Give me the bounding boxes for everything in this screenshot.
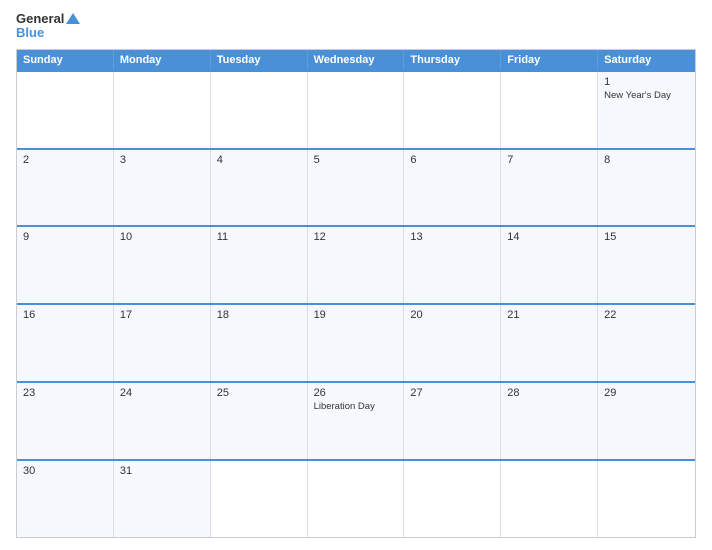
- calendar-cell: 28: [501, 383, 598, 459]
- calendar-cell: 20: [404, 305, 501, 381]
- calendar-week-2: 2 3 4 56 7 8: [17, 148, 695, 226]
- calendar-body: 1New Year's Day2345678910111213141516171…: [17, 70, 695, 537]
- calendar-cell: 1 New Year's Day: [598, 72, 695, 148]
- calendar-cell: 3: [114, 150, 211, 226]
- day-number: 5: [314, 154, 398, 166]
- day-number: 15: [604, 231, 689, 243]
- day-header-friday: Friday: [501, 50, 598, 70]
- calendar-cell: 30: [17, 461, 114, 537]
- day-number: 24: [120, 387, 204, 399]
- day-header-saturday: Saturday: [598, 50, 695, 70]
- calendar-cell: [308, 72, 405, 148]
- calendar-cell: 7: [501, 150, 598, 226]
- calendar-cell: 18: [211, 305, 308, 381]
- day-header-monday: Monday: [114, 50, 211, 70]
- calendar-cell: 31: [114, 461, 211, 537]
- day-number: 3: [120, 154, 204, 166]
- calendar-cell: 6: [404, 150, 501, 226]
- calendar-cell: 17: [114, 305, 211, 381]
- header: General Blue: [16, 12, 696, 41]
- calendar-cell: 2: [17, 150, 114, 226]
- day-number: 29: [604, 387, 689, 399]
- calendar-cell: 22: [598, 305, 695, 381]
- calendar-cell: 14: [501, 227, 598, 303]
- day-number: 28: [507, 387, 591, 399]
- calendar-cell: 19: [308, 305, 405, 381]
- calendar: SundayMondayTuesdayWednesdayThursdayFrid…: [16, 49, 696, 538]
- calendar-week-3: 9 10 11 12 13 14 15: [17, 225, 695, 303]
- calendar-cell: 25: [211, 383, 308, 459]
- calendar-week-4: 16 17 18 19 20 21 22: [17, 303, 695, 381]
- day-number: 11: [217, 231, 301, 243]
- day-number: 22: [604, 309, 689, 321]
- day-number: 10: [120, 231, 204, 243]
- calendar-cell: 10: [114, 227, 211, 303]
- calendar-week-5: 23 24 25 26 Liberation Day 27 28 29: [17, 381, 695, 459]
- calendar-cell: 9: [17, 227, 114, 303]
- day-number: 13: [410, 231, 494, 243]
- calendar-cell: 24: [114, 383, 211, 459]
- calendar-cell: [598, 461, 695, 537]
- holiday-name: Liberation Day: [314, 401, 398, 413]
- day-number: 21: [507, 309, 591, 321]
- day-number: 1: [604, 76, 689, 88]
- calendar-week-6: 30 31: [17, 459, 695, 537]
- day-header-wednesday: Wednesday: [308, 50, 405, 70]
- day-number: 16: [23, 309, 107, 321]
- logo-blue-text: Blue: [16, 26, 80, 40]
- day-number: 12: [314, 231, 398, 243]
- day-number: 25: [217, 387, 301, 399]
- day-number: 30: [23, 465, 107, 477]
- calendar-cell: 12: [308, 227, 405, 303]
- calendar-cell: 27: [404, 383, 501, 459]
- day-number: 23: [23, 387, 107, 399]
- calendar-cell: 13: [404, 227, 501, 303]
- calendar-header-row: SundayMondayTuesdayWednesdayThursdayFrid…: [17, 50, 695, 70]
- calendar-cell: [501, 461, 598, 537]
- day-number: 14: [507, 231, 591, 243]
- day-number: 20: [410, 309, 494, 321]
- calendar-cell: 21: [501, 305, 598, 381]
- day-number: 18: [217, 309, 301, 321]
- calendar-cell: 15: [598, 227, 695, 303]
- calendar-cell: [404, 461, 501, 537]
- calendar-cell: 23: [17, 383, 114, 459]
- calendar-cell: 16: [17, 305, 114, 381]
- calendar-page: General Blue SundayMondayTuesdayWednesda…: [0, 0, 712, 550]
- day-number: 8: [604, 154, 689, 166]
- calendar-cell: 8: [598, 150, 695, 226]
- day-number: 31: [120, 465, 204, 477]
- day-number: 9: [23, 231, 107, 243]
- day-number: 7: [507, 154, 591, 166]
- day-number: 6: [410, 154, 494, 166]
- calendar-cell: [114, 72, 211, 148]
- calendar-cell: [211, 461, 308, 537]
- day-number: 2: [23, 154, 107, 166]
- day-number: 19: [314, 309, 398, 321]
- day-header-thursday: Thursday: [404, 50, 501, 70]
- day-header-sunday: Sunday: [17, 50, 114, 70]
- logo-triangle-icon: [66, 13, 80, 24]
- calendar-cell: [308, 461, 405, 537]
- calendar-cell: 26 Liberation Day: [308, 383, 405, 459]
- holiday-name: New Year's Day: [604, 90, 689, 102]
- day-header-tuesday: Tuesday: [211, 50, 308, 70]
- logo: General Blue: [16, 12, 80, 41]
- calendar-cell: [404, 72, 501, 148]
- calendar-cell: 5: [308, 150, 405, 226]
- calendar-cell: [17, 72, 114, 148]
- logo-general-text: General: [16, 12, 80, 26]
- calendar-cell: [501, 72, 598, 148]
- calendar-week-1: 1 New Year's Day: [17, 70, 695, 148]
- calendar-cell: 11: [211, 227, 308, 303]
- day-number: 26: [314, 387, 398, 399]
- calendar-cell: 4: [211, 150, 308, 226]
- day-number: 4: [217, 154, 301, 166]
- calendar-cell: [211, 72, 308, 148]
- day-number: 27: [410, 387, 494, 399]
- calendar-cell: 29: [598, 383, 695, 459]
- day-number: 17: [120, 309, 204, 321]
